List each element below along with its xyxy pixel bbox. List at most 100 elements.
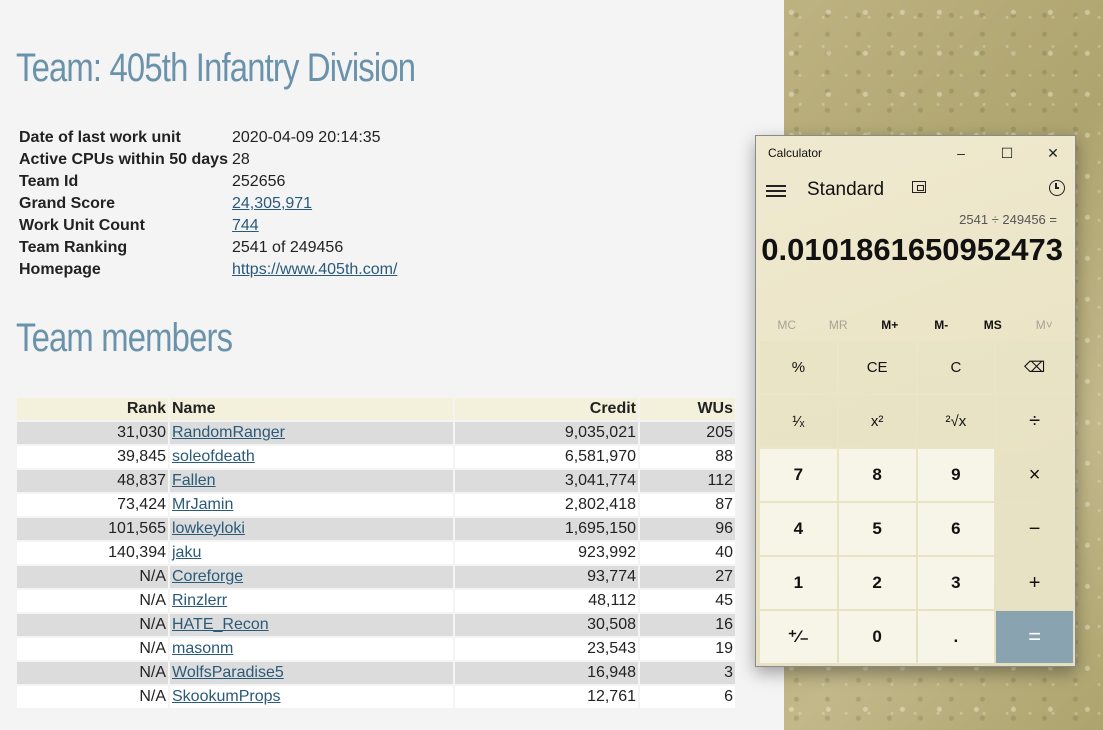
info-row: Team Id 252656 bbox=[17, 171, 399, 193]
minimize-button[interactable]: – bbox=[938, 136, 984, 170]
info-value-cell: 28 bbox=[232, 151, 250, 168]
clear-entry-button[interactable]: CE bbox=[838, 341, 916, 393]
info-label: Team Id bbox=[19, 173, 79, 190]
digit-3-button[interactable]: 3 bbox=[917, 557, 995, 609]
member-name-link[interactable]: HATE_Recon bbox=[172, 616, 269, 633]
digit-9-button[interactable]: 9 bbox=[917, 449, 995, 501]
rank-cell: 101,565 bbox=[17, 518, 168, 540]
info-label: Date of last work unit bbox=[19, 129, 181, 146]
multiply-button[interactable]: × bbox=[996, 449, 1073, 501]
digit-8-button[interactable]: 8 bbox=[838, 449, 916, 501]
table-row: N/A Coreforge 93,774 27 bbox=[17, 566, 735, 588]
history-icon[interactable] bbox=[1049, 180, 1065, 196]
reciprocal-button[interactable]: ¹⁄ₓ bbox=[760, 395, 837, 447]
memory-button-3[interactable]: M- bbox=[916, 314, 968, 336]
credit-cell: 93,774 bbox=[455, 566, 638, 588]
memory-button-2[interactable]: M+ bbox=[864, 314, 916, 336]
member-name-link[interactable]: MrJamin bbox=[172, 496, 233, 513]
info-value-link[interactable]: 744 bbox=[232, 217, 259, 234]
calculator-title-bar[interactable]: Calculator – ☐ ✕ bbox=[756, 136, 1075, 170]
table-row: 101,565 lowkeyloki 1,695,150 96 bbox=[17, 518, 735, 540]
close-button[interactable]: ✕ bbox=[1030, 136, 1076, 170]
credit-cell: 48,112 bbox=[455, 590, 638, 612]
digit-5-button[interactable]: 5 bbox=[838, 503, 916, 555]
memory-button-1[interactable]: MR bbox=[813, 314, 865, 336]
digit-2-button[interactable]: 2 bbox=[838, 557, 916, 609]
browser-page: Team: 405th Infantry Division Date of la… bbox=[0, 0, 784, 730]
rank-cell: 73,424 bbox=[17, 494, 168, 516]
member-name-link[interactable]: jaku bbox=[172, 544, 201, 561]
square-root-button[interactable]: ²√x bbox=[917, 395, 995, 447]
digit-7-button[interactable]: 7 bbox=[760, 449, 837, 501]
add-button[interactable]: + bbox=[996, 557, 1073, 609]
info-label: Team Ranking bbox=[19, 239, 128, 256]
credit-cell: 1,695,150 bbox=[455, 518, 638, 540]
members-table-header: Rank Name Credit WUs bbox=[17, 398, 735, 420]
name-cell: Rinzlerr bbox=[170, 590, 453, 612]
member-name-link[interactable]: Fallen bbox=[172, 472, 216, 489]
calculator-expression: 2541 ÷ 249456 = bbox=[959, 212, 1057, 227]
credit-cell: 12,761 bbox=[455, 686, 638, 708]
info-row: Work Unit Count 744 bbox=[17, 215, 399, 237]
percent-button[interactable]: % bbox=[760, 341, 837, 393]
rank-column-header[interactable]: Rank bbox=[17, 398, 168, 420]
digit-0-button[interactable]: 0 bbox=[838, 611, 916, 663]
table-row: 140,394 jaku 923,992 40 bbox=[17, 542, 735, 564]
decimal-button[interactable]: . bbox=[917, 611, 995, 663]
page-title: Team: 405th Infantry Division bbox=[16, 46, 416, 90]
info-row: Date of last work unit 2020-04-09 20:14:3… bbox=[17, 127, 399, 149]
rank-cell: 140,394 bbox=[17, 542, 168, 564]
member-name-link[interactable]: soleofdeath bbox=[172, 448, 255, 465]
memory-button-0[interactable]: MC bbox=[761, 314, 813, 336]
wus-column-header[interactable]: WUs bbox=[640, 398, 735, 420]
rank-cell: 31,030 bbox=[17, 422, 168, 444]
info-value-link[interactable]: https://www.405th.com/ bbox=[232, 261, 397, 278]
table-row: 48,837 Fallen 3,041,774 112 bbox=[17, 470, 735, 492]
wus-cell: 3 bbox=[640, 662, 735, 684]
digit-6-button[interactable]: 6 bbox=[917, 503, 995, 555]
clear-button[interactable]: C bbox=[917, 341, 995, 393]
member-name-link[interactable]: SkookumProps bbox=[172, 688, 281, 705]
info-row: Grand Score 24,305,971 bbox=[17, 193, 399, 215]
rank-cell: 39,845 bbox=[17, 446, 168, 468]
name-cell: lowkeyloki bbox=[170, 518, 453, 540]
memory-button-5[interactable]: M˅ bbox=[1019, 314, 1071, 336]
member-name-link[interactable]: Coreforge bbox=[172, 568, 243, 585]
table-row: N/A WolfsParadise5 16,948 3 bbox=[17, 662, 735, 684]
rank-cell: N/A bbox=[17, 614, 168, 636]
hamburger-menu-icon[interactable] bbox=[766, 182, 786, 200]
info-label: Active CPUs within 50 days bbox=[19, 151, 228, 168]
credit-cell: 23,543 bbox=[455, 638, 638, 660]
wus-cell: 16 bbox=[640, 614, 735, 636]
table-row: N/A HATE_Recon 30,508 16 bbox=[17, 614, 735, 636]
member-name-link[interactable]: masonm bbox=[172, 640, 233, 657]
rank-cell: N/A bbox=[17, 638, 168, 660]
name-column-header[interactable]: Name bbox=[170, 398, 453, 420]
member-name-link[interactable]: Rinzlerr bbox=[172, 592, 227, 609]
wus-cell: 205 bbox=[640, 422, 735, 444]
members-table: Rank Name Credit WUs 31,030 RandomRanger 9… bbox=[15, 396, 737, 710]
info-value-link[interactable]: 24,305,971 bbox=[232, 195, 312, 212]
equals-button[interactable]: = bbox=[996, 611, 1073, 663]
subtract-button[interactable]: − bbox=[996, 503, 1073, 555]
keep-on-top-icon[interactable] bbox=[912, 181, 926, 193]
calculator-window: Calculator – ☐ ✕ Standard 2541 ÷ 249456 … bbox=[755, 135, 1076, 667]
credit-cell: 30,508 bbox=[455, 614, 638, 636]
memory-button-4[interactable]: MS bbox=[967, 314, 1019, 336]
credit-column-header[interactable]: Credit bbox=[455, 398, 638, 420]
calculator-window-title: Calculator bbox=[768, 146, 823, 160]
divide-button[interactable]: ÷ bbox=[996, 395, 1073, 447]
wus-cell: 19 bbox=[640, 638, 735, 660]
member-name-link[interactable]: RandomRanger bbox=[172, 424, 285, 441]
member-name-link[interactable]: WolfsParadise5 bbox=[172, 664, 284, 681]
digit-1-button[interactable]: 1 bbox=[760, 557, 837, 609]
member-name-link[interactable]: lowkeyloki bbox=[172, 520, 245, 537]
backspace-button[interactable]: ⌫ bbox=[996, 341, 1073, 393]
calculator-result: 0.0101861650952473 bbox=[761, 232, 1063, 267]
maximize-button[interactable]: ☐ bbox=[984, 136, 1030, 170]
square-button[interactable]: x² bbox=[838, 395, 916, 447]
negate-button[interactable]: ⁺⁄₋ bbox=[760, 611, 837, 663]
digit-4-button[interactable]: 4 bbox=[760, 503, 837, 555]
wus-cell: 6 bbox=[640, 686, 735, 708]
wus-cell: 27 bbox=[640, 566, 735, 588]
